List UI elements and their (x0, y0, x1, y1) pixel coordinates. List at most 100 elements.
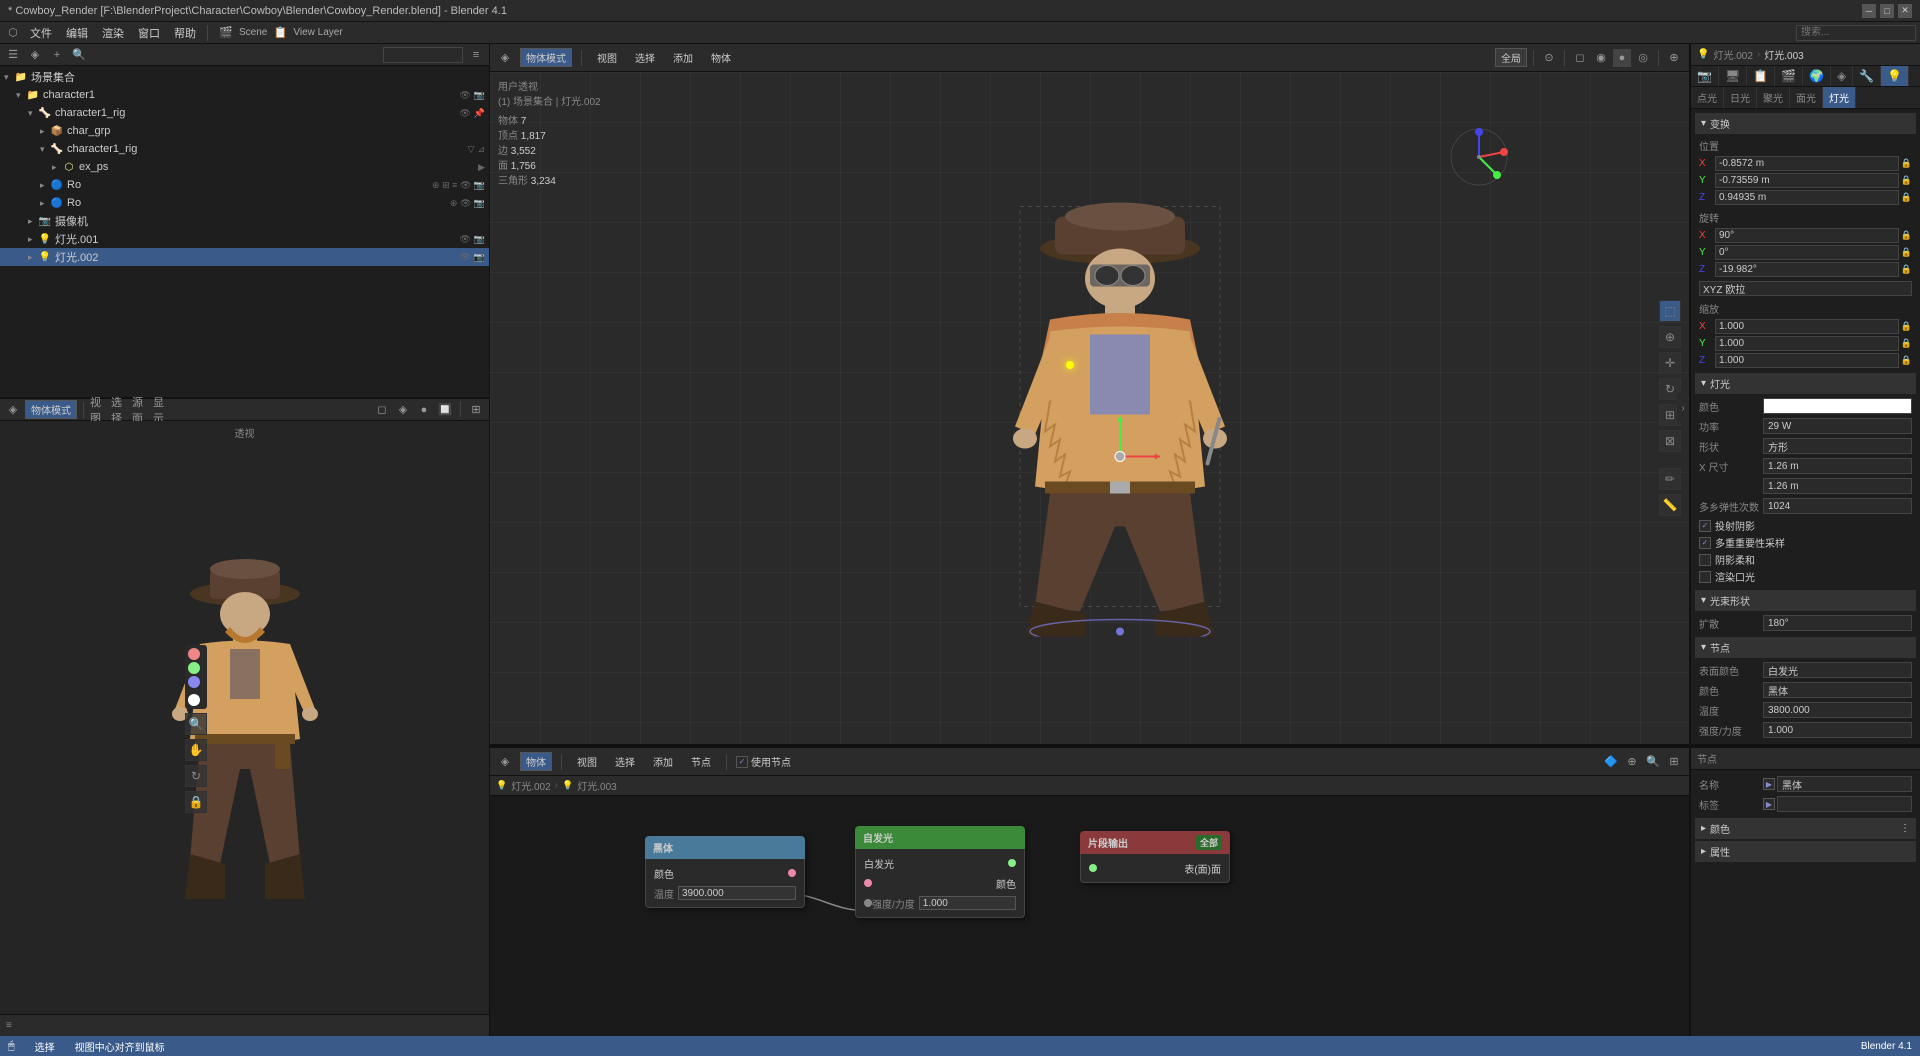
outliner-item-character1-rig2[interactable]: ▾ 🦴 character1_rig ▽ ⊿ (0, 140, 489, 158)
node-color-section-menu[interactable]: ⋮ (1900, 823, 1910, 834)
tab-object[interactable]: ◈ (1831, 66, 1853, 86)
loc-x-lock[interactable]: 🔒 (1901, 158, 1912, 169)
ne-select-menu[interactable]: 选择 (609, 752, 641, 771)
viewport-mode-icon[interactable]: ◈ (496, 49, 514, 67)
pin-icon[interactable]: 📌 (474, 108, 485, 119)
view-layer-icon[interactable]: 📋 (271, 24, 289, 42)
rot-y-value[interactable]: 0° (1715, 245, 1899, 260)
emission-shader-socket[interactable] (1008, 859, 1016, 867)
outliner-item-char-grp[interactable]: ▸ 📦 char_grp (0, 122, 489, 140)
color-swatch[interactable] (1763, 398, 1912, 414)
global-btn[interactable]: 全局 (1495, 48, 1527, 67)
light002-render[interactable]: 📷 (474, 252, 485, 263)
tab-data[interactable]: 💡 (1881, 66, 1909, 86)
measure-tool[interactable]: 📏 (1659, 494, 1681, 516)
outliner-item-light001[interactable]: ▸ 💡 灯光.001 👁 📷 (0, 230, 489, 248)
rot-x-lock[interactable]: 🔒 (1901, 230, 1912, 241)
node-canvas[interactable]: 黑体 颜色 温度 3900.000 (490, 796, 1689, 1036)
loc-y-lock[interactable]: 🔒 (1901, 175, 1912, 186)
rot-z-value[interactable]: -19.982° (1715, 262, 1899, 277)
menu-render[interactable]: 渲染 (96, 23, 130, 43)
preview-hand-tool[interactable]: ✋ (185, 739, 207, 761)
nodes-header[interactable]: ▾ 节点 (1695, 637, 1916, 658)
rot-mode-select[interactable]: XYZ 欧拉 (1699, 281, 1912, 296)
node-tag-check[interactable]: ▶ (1763, 798, 1775, 810)
tab-point-light[interactable]: 点光 (1691, 87, 1724, 108)
node-color-section-header[interactable]: ▸ 颜色 ⋮ (1695, 818, 1916, 839)
scale-y-value[interactable]: 1.000 (1715, 336, 1899, 351)
light-shape-header[interactable]: ▾ 光束形状 (1695, 590, 1916, 611)
rot-z-lock[interactable]: 🔒 (1901, 264, 1912, 275)
outliner-item-camera[interactable]: ▸ 📷 摄像机 (0, 212, 489, 230)
color-dot-green[interactable] (188, 662, 200, 674)
light002-vis[interactable]: 👁 (459, 252, 470, 263)
outliner-item-character1[interactable]: ▾ 📁 character1 👁 📷 (0, 86, 489, 104)
light001-render[interactable]: 📷 (474, 234, 485, 245)
cursor-tool[interactable]: ⊕ (1659, 326, 1681, 348)
preview-mode-btn[interactable]: 物体模式 (25, 400, 77, 419)
node-name-check[interactable]: ▶ (1763, 778, 1775, 790)
outliner-item-ro2[interactable]: ▸ 🔵 Ro ⊕ 👁 📷 (0, 194, 489, 212)
axis-gizmo[interactable] (1449, 127, 1509, 187)
preview-viewport-shading1[interactable]: ◻ (373, 401, 391, 419)
loc-x-value[interactable]: -0.8572 m (1715, 156, 1899, 171)
cast-shadow-checkbox[interactable]: ✓ (1699, 520, 1711, 532)
outliner-item-ex-ps[interactable]: ▸ ⬡ ex_ps ▶ (0, 158, 489, 176)
viewport-mode-btn[interactable]: 物体模式 (520, 48, 572, 67)
ne-pin-icon[interactable]: 🔷 (1602, 753, 1620, 771)
preview-viewport-shading4[interactable]: 🔲 (436, 401, 454, 419)
shading-material-icon[interactable]: ● (1613, 49, 1631, 67)
mis-checkbox[interactable]: ✓ (1699, 537, 1711, 549)
node-editor-mode-btn[interactable]: 物体 (520, 752, 552, 771)
ne-zoom-icon[interactable]: 🔍 (1644, 753, 1662, 771)
tab-modifier[interactable]: 🔧 (1853, 66, 1881, 86)
proportional-edit-icon[interactable]: ⊙ (1540, 49, 1558, 67)
view-icon[interactable]: ☰ (4, 46, 22, 64)
preview-rotate-tool[interactable]: ↻ (185, 765, 207, 787)
light001-vis[interactable]: 👁 (459, 234, 470, 245)
size-x-value[interactable]: 1.26 m (1763, 458, 1912, 474)
max-bounces-value[interactable]: 1024 (1763, 498, 1912, 514)
ne-overlay-icon[interactable]: ⊕ (1623, 753, 1641, 771)
viewport-view-menu[interactable]: 视图 (591, 48, 623, 67)
outliner-option-icon[interactable]: ≡ (467, 46, 485, 64)
preview-mode-icon[interactable]: ◈ (4, 401, 22, 419)
minimize-button[interactable]: ─ (1862, 4, 1876, 18)
shape-value[interactable]: 方形 (1763, 438, 1912, 454)
menu-edit[interactable]: 编辑 (60, 23, 94, 43)
add-icon[interactable]: + (48, 46, 66, 64)
ne-view-menu[interactable]: 视图 (571, 752, 603, 771)
node-attributes-section-header[interactable]: ▸ 属性 (1695, 841, 1916, 862)
preview-view-icon[interactable]: 视图 (90, 401, 108, 419)
size-y-value[interactable]: 1.26 m (1763, 478, 1912, 494)
visibility-icon[interactable]: 👁 (459, 90, 470, 101)
filter-icon[interactable]: 🔍 (70, 46, 88, 64)
transform-header[interactable]: ▾ 变换 (1695, 113, 1916, 134)
scene-icon[interactable]: 🎬 (217, 24, 235, 42)
move-tool[interactable]: ✛ (1659, 352, 1681, 374)
ne-grid-icon[interactable]: ⊞ (1665, 753, 1683, 771)
object-mode-icon[interactable]: ◈ (26, 46, 44, 64)
color-dot-blue[interactable] (188, 676, 200, 688)
overlay-icon[interactable]: ⊕ (1665, 49, 1683, 67)
tab-area-light[interactable]: 面光 (1790, 87, 1823, 108)
outliner-search[interactable] (383, 47, 463, 63)
emission-color-in-socket[interactable] (864, 879, 872, 887)
shading-wireframe-icon[interactable]: ◻ (1571, 49, 1589, 67)
blackbody-temp-value[interactable]: 3900.000 (678, 886, 796, 900)
preview-magnify-tool[interactable]: 🔍 (185, 713, 207, 735)
loc-z-lock[interactable]: 🔒 (1901, 192, 1912, 203)
menu-file[interactable]: 文件 (24, 23, 58, 43)
emission-strength-socket[interactable] (864, 899, 872, 907)
outliner-item-character1-rig[interactable]: ▾ 🦴 character1_rig 👁 📌 (0, 104, 489, 122)
output-surface-socket[interactable] (1089, 864, 1097, 872)
tab-world[interactable]: 🌍 (1803, 66, 1831, 86)
rot-x-value[interactable]: 90° (1715, 228, 1899, 243)
node-tag-value[interactable] (1777, 796, 1912, 812)
tab-spot-light[interactable]: 聚光 (1757, 87, 1790, 108)
shading-solid-icon[interactable]: ◉ (1592, 49, 1610, 67)
maximize-button[interactable]: □ (1880, 4, 1894, 18)
rot-y-lock[interactable]: 🔒 (1901, 247, 1912, 258)
ne-node-menu[interactable]: 节点 (685, 752, 717, 771)
light-header[interactable]: ▾ 灯光 (1695, 373, 1916, 394)
